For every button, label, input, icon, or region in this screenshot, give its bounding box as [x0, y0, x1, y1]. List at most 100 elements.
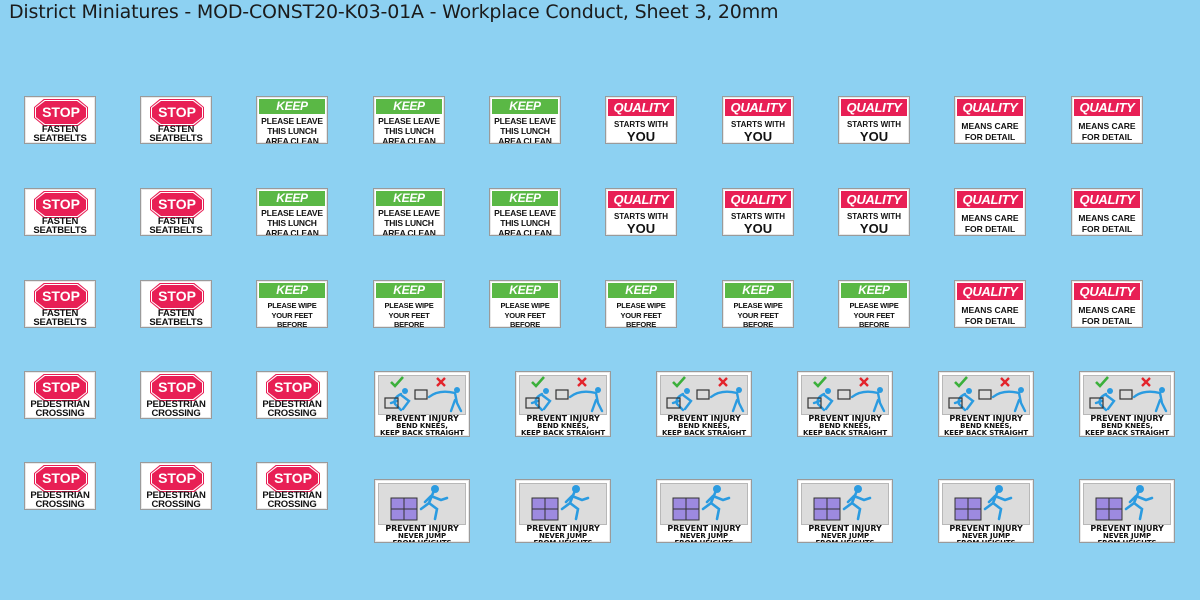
caption-line: PLEASE LEAVE [494, 116, 556, 126]
caption-line: YOUR FEET BEFORE [737, 310, 779, 328]
sign-header: QUALITY [1074, 283, 1140, 300]
caption-line: PLEASE LEAVE [378, 208, 440, 218]
caption-line: AREA CLEAN [498, 228, 552, 236]
sign-quality-detail: QUALITY MEANS CARE FOR DETAIL [954, 280, 1026, 328]
caption-line: SEATBELTS [149, 317, 203, 328]
caption-line: CROSSING [151, 499, 201, 510]
sign-caption: PLEASE WIPEYOUR FEET BEFOREENTERING [606, 301, 676, 327]
sign-caption: PLEASE LEAVE THIS LUNCH AREA CLEAN [257, 116, 327, 144]
caption-line: PLEASE WIPE [849, 301, 899, 310]
sign-injury-jump: PREVENT INJURY NEVER JUMP FROM HEIGHTS [1079, 479, 1175, 543]
sign-injury-jump: PREVENT INJURY NEVER JUMP FROM HEIGHTS [374, 479, 470, 543]
sign-caption: PLEASE LEAVE THIS LUNCH AREA CLEAN [257, 208, 327, 235]
sign-keep-lunch: KEEP CLEAN PLEASE LEAVE THIS LUNCH AREA CLE… [373, 96, 445, 144]
sign-keep-feet: KEEP CLEANPLEASE WIPEYOUR FEET BEFOREENT… [256, 280, 328, 328]
caption-line: AREA CLEAN [382, 228, 436, 236]
stop-octagon-icon: STOP [152, 285, 202, 308]
sign-injury-knees: PREVENT INJURY BEND KNEES, KEEP BACK STRAI… [1079, 371, 1175, 437]
stop-octagon-icon: STOP [36, 376, 86, 399]
caption-line: YOUR FEET BEFORE [388, 310, 430, 328]
caption-line: YOUR FEET BEFORE [271, 310, 313, 328]
sign-header: QUALITY [1074, 99, 1140, 116]
sign-injury-jump: PREVENT INJURY NEVER JUMP FROM HEIGHTS [938, 479, 1034, 543]
sign-quality-you: QUALITY STARTS WITH YOU [722, 96, 794, 144]
sign-caption: MEANS CARE FOR DETAIL [1072, 213, 1142, 234]
sign-keep-feet: KEEP CLEANPLEASE WIPEYOUR FEET BEFOREENT… [489, 280, 561, 328]
jump-from-height-icon [519, 483, 607, 525]
sign-header: KEEP CLEAN [725, 283, 791, 312]
sign-stop-fasten: STOP FASTEN SEATBELTS [24, 280, 96, 328]
caption-line: YOU [626, 221, 656, 236]
jump-from-height-icon [660, 483, 748, 525]
lifting-posture-icon [801, 375, 889, 415]
caption-line: FROM HEIGHTS [674, 538, 734, 543]
caption-line: YOU [743, 129, 773, 144]
sign-injury-knees: PREVENT INJURY BEND KNEES, KEEP BACK STRAI… [797, 371, 893, 437]
sign-caption: PLEASE WIPEYOUR FEET BEFOREENTERING [490, 301, 560, 328]
sign-keep-feet: KEEP CLEANPLEASE WIPEYOUR FEET BEFOREENT… [722, 280, 794, 328]
sign-header: KEEP CLEAN [492, 191, 558, 220]
sign-caption: MEANS CARE FOR DETAIL [955, 213, 1025, 234]
sign-caption: PEDESTRIAN CROSSING [141, 491, 211, 509]
caption-line: YOUR FEET BEFORE [504, 310, 546, 328]
sign-injury-jump: PREVENT INJURY NEVER JUMP FROM HEIGHTS [515, 479, 611, 543]
sign-quality-you: QUALITY STARTS WITH YOU [605, 188, 677, 236]
caption-line: YOU [859, 129, 889, 144]
caption-line: PLEASE WIPE [267, 301, 317, 310]
caption-line: KEEP BACK STRAIGHT [661, 428, 747, 437]
caption-line: PLEASE LEAVE [261, 116, 323, 126]
sheet-title: District Miniatures - MOD-CONST20-K03-01… [9, 1, 779, 23]
sign-caption: PEDESTRIAN CROSSING [141, 400, 211, 418]
lifting-posture-icon [1083, 375, 1171, 415]
stop-octagon-icon: STOP [152, 101, 202, 124]
sign-injury-knees: PREVENT INJURY BEND KNEES, KEEP BACK STRAI… [938, 371, 1034, 437]
sign-header: KEEP CLEAN [376, 99, 442, 128]
sign-caption: MEANS CARE FOR DETAIL [1072, 305, 1142, 326]
sign-quality-you: QUALITY STARTS WITH YOU [722, 188, 794, 236]
sign-stop-fasten: STOP FASTEN SEATBELTS [140, 96, 212, 144]
caption-line: PLEASE WIPE [500, 301, 550, 310]
sign-stop-pedestrian: STOP PEDESTRIAN CROSSING [256, 462, 328, 510]
sign-stop-fasten: STOP FASTEN SEATBELTS [140, 280, 212, 328]
sign-quality-detail: QUALITY MEANS CARE FOR DETAIL [1071, 188, 1143, 236]
caption-line: SEATBELTS [149, 133, 203, 144]
sign-keep-feet: KEEP CLEANPLEASE WIPEYOUR FEET BEFOREENT… [605, 280, 677, 328]
caption-line: FOR DETAIL [1081, 223, 1133, 234]
caption-line: CROSSING [267, 499, 317, 510]
stop-octagon-icon: STOP [152, 193, 202, 216]
sign-caption: PREVENT INJURY NEVER JUMP FROM HEIGHTS [516, 525, 610, 543]
sign-caption: PLEASE WIPEYOUR FEET BEFOREENTERING [257, 301, 327, 328]
sign-quality-you: QUALITY STARTS WITH YOU [838, 96, 910, 144]
caption-line: PLEASE LEAVE [261, 208, 323, 218]
caption-line: PLEASE WIPE [384, 301, 434, 310]
caption-line: FOR DETAIL [964, 131, 1016, 142]
stop-octagon-icon: STOP [36, 101, 86, 124]
caption-line: FROM HEIGHTS [392, 538, 452, 543]
sign-header: KEEP CLEAN [492, 99, 558, 128]
sign-caption: FASTEN SEATBELTS [141, 309, 211, 327]
sign-caption: FASTEN SEATBELTS [25, 309, 95, 327]
sign-header: KEEP CLEAN [376, 191, 442, 220]
caption-line: AREA CLEAN [498, 136, 552, 144]
sign-caption: PLEASE WIPEYOUR FEET BEFOREENTERING [374, 301, 444, 328]
stop-octagon-icon: STOP [152, 467, 202, 490]
sign-header: KEEP CLEAN [376, 283, 442, 312]
caption-line: THIS LUNCH [267, 218, 317, 228]
caption-line: FROM HEIGHTS [956, 538, 1016, 543]
caption-line: THIS LUNCH [384, 218, 434, 228]
sign-keep-lunch: KEEP CLEAN PLEASE LEAVE THIS LUNCH AREA CLE… [373, 188, 445, 236]
caption-line: PLEASE WIPE [733, 301, 783, 310]
jump-from-height-icon [942, 483, 1030, 525]
caption-line: FOR DETAIL [964, 223, 1016, 234]
sign-stop-pedestrian: STOP PEDESTRIAN CROSSING [24, 371, 96, 419]
jump-from-height-icon [1083, 483, 1171, 525]
sign-header: QUALITY [608, 99, 674, 116]
caption-line: AREA CLEAN [265, 136, 319, 144]
caption-line: SEATBELTS [33, 317, 87, 328]
caption-line: CROSSING [35, 408, 85, 419]
sign-stop-fasten: STOP FASTEN SEATBELTS [24, 188, 96, 236]
sign-quality-detail: QUALITY MEANS CARE FOR DETAIL [1071, 280, 1143, 328]
caption-line: PLEASE WIPE [616, 301, 666, 310]
sign-caption: PREVENT INJURY BEND KNEES, KEEP BACK STRAI… [375, 415, 469, 436]
sign-injury-jump: PREVENT INJURY NEVER JUMP FROM HEIGHTS [656, 479, 752, 543]
